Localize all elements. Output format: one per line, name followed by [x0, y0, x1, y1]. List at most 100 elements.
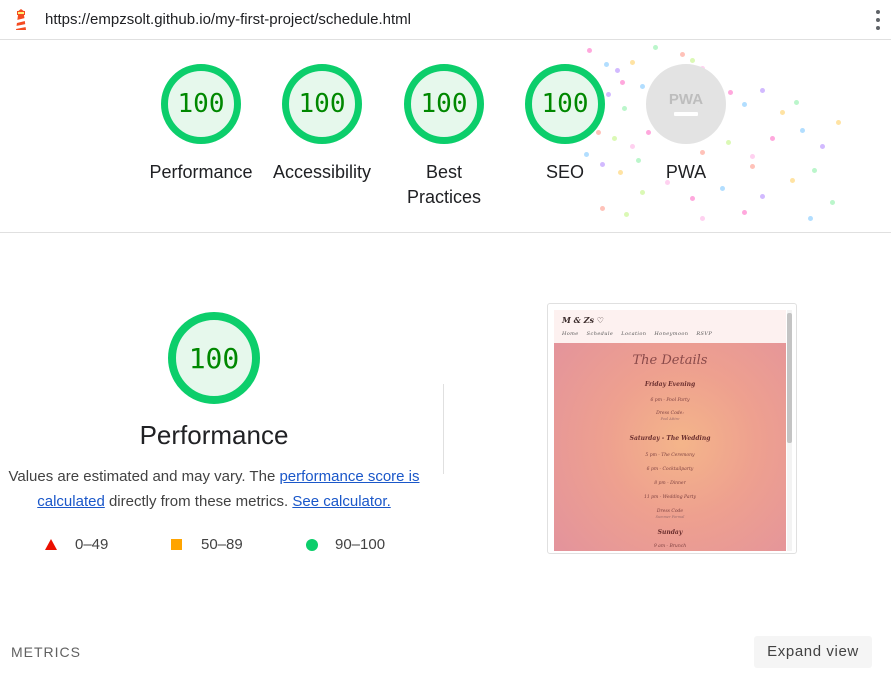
gauge-best-practices[interactable]: 100 Best Practices — [389, 64, 499, 210]
confetti-dot — [836, 120, 841, 125]
more-vert-icon[interactable] — [872, 10, 884, 30]
confetti-dot — [742, 102, 747, 107]
url-bar: https://empzsolt.github.io/my-first-proj… — [0, 0, 891, 40]
confetti-dot — [600, 206, 605, 211]
thumb-scrollbar-handle — [787, 313, 792, 443]
thumb-nav-item: Honeymoon — [654, 331, 689, 337]
see-calculator-link[interactable]: See calculator. — [292, 493, 390, 510]
thumb-line: Saturday - The Wedding — [629, 435, 711, 442]
final-screenshot[interactable]: M & Zs ♡ Home Schedule Location Honeymoon RS… — [547, 303, 797, 554]
confetti-dot — [690, 58, 695, 63]
confetti-dot — [587, 48, 592, 53]
metrics-heading: METRICS — [11, 644, 81, 660]
description-text: directly from these metrics. — [104, 493, 293, 510]
pwa-badge-text: PWA — [668, 91, 704, 108]
performance-description: Values are estimated and may vary. The p… — [8, 464, 420, 514]
performance-title: Performance — [139, 420, 289, 450]
thumb-nav-item: Schedule — [586, 331, 614, 337]
thumb-brand: M & Zs ♡ — [562, 315, 604, 325]
thumb-header: M & Zs ♡ Home Schedule Location Honeymoon RS… — [554, 310, 786, 343]
performance-gauge: 100 — [168, 312, 260, 404]
gauge-label: PWA — [665, 162, 707, 182]
thumb-line: 5 pm - The Ceremony — [645, 453, 695, 458]
confetti-dot — [680, 52, 685, 57]
gauge-ring: 100 — [161, 64, 241, 144]
thumb-line: Sunday — [657, 529, 683, 536]
confetti-dot — [750, 154, 755, 159]
thumb-nav: Home Schedule Location Honeymoon RSVP — [562, 331, 720, 337]
gauge-label: Performance — [149, 162, 253, 182]
gauge-label: Accessibility — [272, 162, 372, 182]
thumb-line: 11 pm - Wedding Party — [643, 495, 697, 500]
score-header: 100 Performance 100 Accessibility 100 Be… — [0, 40, 891, 233]
pass-circle-icon — [306, 539, 318, 551]
legend-range: 0–49 — [75, 536, 109, 553]
confetti-dot — [812, 168, 817, 173]
pwa-bar-icon — [674, 112, 698, 116]
performance-score: 100 — [188, 341, 240, 375]
legend-average: 50–89 — [171, 536, 243, 553]
thumb-nav-item: Home — [562, 331, 579, 337]
confetti-dot — [622, 106, 627, 111]
gauge-accessibility[interactable]: 100 Accessibility — [267, 64, 377, 185]
gauge-ring: 100 — [282, 64, 362, 144]
gauge-label: Best Practices — [406, 162, 482, 207]
thumb-line: Friday Evening — [644, 381, 696, 388]
legend-range: 50–89 — [201, 536, 243, 553]
gauge-seo[interactable]: 100 SEO — [510, 64, 620, 185]
gauge-performance[interactable]: 100 Performance — [146, 64, 256, 185]
fail-triangle-icon — [45, 539, 57, 550]
lighthouse-icon — [16, 9, 26, 30]
confetti-dot — [790, 178, 795, 183]
expand-view-button[interactable]: Expand view — [754, 636, 872, 668]
gauge-ring: 100 — [404, 64, 484, 144]
confetti-dot — [624, 212, 629, 217]
gauge-ring: 100 — [525, 64, 605, 144]
confetti-dot — [640, 190, 645, 195]
gauge-label: SEO — [545, 162, 584, 182]
thumb-line: 6 pm - Cocktailparty — [646, 467, 694, 472]
confetti-dot — [760, 194, 765, 199]
confetti-dot — [800, 128, 805, 133]
average-square-icon — [171, 539, 182, 550]
section-divider — [443, 384, 444, 474]
confetti-dot — [830, 200, 835, 205]
thumb-line: 8 pm - Dinner — [654, 481, 686, 486]
legend-fail: 0–49 — [45, 536, 108, 553]
confetti-dot — [820, 144, 825, 149]
gauge-score: 100 — [541, 89, 589, 119]
thumb-scrollbar — [787, 310, 792, 551]
confetti-dot — [720, 186, 725, 191]
screenshot-page: M & Zs ♡ Home Schedule Location Honeymoon RS… — [554, 310, 786, 551]
confetti-dot — [794, 100, 799, 105]
legend-pass: 90–100 — [306, 536, 385, 553]
confetti-dot — [770, 136, 775, 141]
thumb-line: 9 am - Brunch — [653, 544, 687, 549]
thumb-nav-item: Location — [621, 331, 647, 337]
confetti-dot — [690, 196, 695, 201]
confetti-dot — [653, 45, 658, 50]
confetti-dot — [760, 88, 765, 93]
confetti-dot — [780, 110, 785, 115]
thumb-line: 6 pm - Pool Party — [650, 398, 690, 403]
gauge-score: 100 — [298, 89, 346, 119]
confetti-dot — [742, 210, 747, 215]
thumb-line: Pool Attire — [660, 417, 680, 421]
thumb-line: Dress Code: — [656, 411, 684, 416]
report-url: https://empzsolt.github.io/my-first-proj… — [45, 11, 411, 28]
gauge-pwa[interactable]: PWA PWA — [631, 64, 741, 185]
confetti-dot — [620, 80, 625, 85]
gauge-score: 100 — [177, 89, 225, 119]
gauge-score: 100 — [420, 89, 468, 119]
legend-range: 90–100 — [335, 536, 386, 553]
thumb-title: The Details — [632, 353, 708, 368]
confetti-dot — [700, 216, 705, 221]
pwa-badge-icon: PWA — [646, 64, 726, 144]
thumb-body: The Details Friday Evening 6 pm - Pool P… — [554, 343, 786, 551]
thumb-line: Dress Code — [656, 509, 684, 514]
thumb-nav-item: RSVP — [696, 331, 713, 337]
confetti-dot — [808, 216, 813, 221]
confetti-dot — [750, 164, 755, 169]
description-text: Values are estimated and may vary. The — [8, 468, 280, 485]
thumb-line: Summer Formal — [655, 515, 685, 519]
